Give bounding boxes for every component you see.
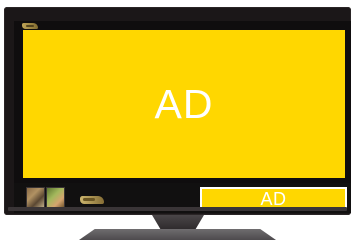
tv-scene: AD AD	[0, 0, 355, 246]
tv-stand-neck	[152, 215, 204, 229]
main-ad-label: AD	[154, 80, 214, 127]
small-ad-label: AD	[260, 188, 287, 209]
thumbnail-image-1	[26, 187, 45, 209]
tv-screen: AD AD	[14, 21, 351, 213]
top-logo-icon	[22, 23, 38, 29]
main-ad-banner[interactable]: AD	[23, 30, 345, 178]
bottom-logo-icon	[80, 196, 104, 204]
tv-frame: AD AD	[4, 7, 351, 215]
tv-stand-base	[79, 229, 276, 240]
small-ad-banner[interactable]: AD	[200, 187, 347, 210]
thumbnail-image-2	[46, 187, 65, 209]
